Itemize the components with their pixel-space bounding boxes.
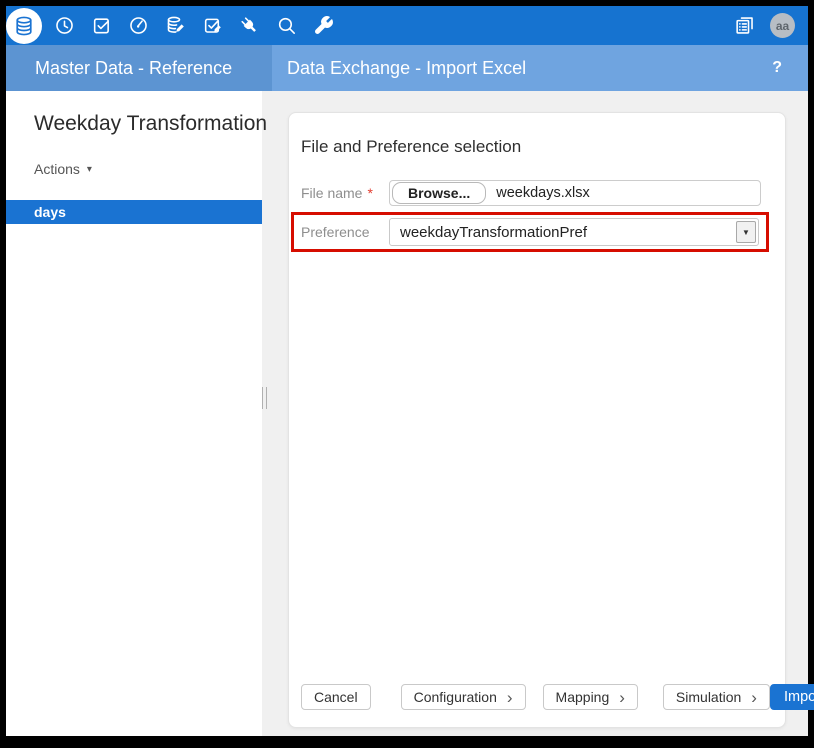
chevron-right-icon: ›	[619, 689, 625, 706]
main-panel: File and Preference selection File name *…	[262, 91, 808, 736]
import-label: Import	[784, 689, 814, 705]
database-edit-icon[interactable]	[165, 15, 186, 36]
form-list-icon[interactable]	[734, 15, 755, 36]
footer-button-bar: Cancel Configuration › Mapping › Simulat…	[301, 684, 773, 710]
file-name-row: File name * Browse... weekdays.xlsx	[301, 180, 773, 206]
simulation-label: Simulation	[676, 689, 741, 705]
help-button[interactable]: ?	[772, 59, 782, 77]
preference-label: Preference	[301, 224, 389, 240]
sidebar-title: Weekday Transformation	[34, 111, 252, 137]
search-icon[interactable]	[276, 15, 297, 36]
configuration-label: Configuration	[414, 689, 497, 705]
browse-button[interactable]: Browse...	[392, 182, 486, 204]
form-edit-icon[interactable]	[202, 15, 223, 36]
clock-icon[interactable]	[54, 15, 75, 36]
app-window: aa Master Data - Reference Data Exchange…	[6, 6, 808, 736]
section-title: File and Preference selection	[301, 113, 773, 158]
cancel-button[interactable]: Cancel	[301, 684, 371, 710]
cancel-label: Cancel	[314, 689, 358, 705]
header: Master Data - Reference Data Exchange - …	[6, 45, 808, 91]
page-title: Data Exchange - Import Excel	[287, 58, 526, 79]
mapping-label: Mapping	[556, 689, 610, 705]
left-header-title: Master Data - Reference	[35, 58, 232, 79]
database-icon[interactable]	[6, 8, 42, 44]
file-name-value: weekdays.xlsx	[496, 185, 589, 201]
toolbar-right-group: aa	[734, 13, 808, 38]
plug-icon[interactable]	[239, 15, 260, 36]
app-section-master-data[interactable]: Master Data - Reference	[6, 45, 272, 91]
actions-label: Actions	[34, 161, 80, 177]
import-button[interactable]: Import	[770, 684, 814, 710]
file-name-label-text: File name	[301, 185, 362, 201]
sidebar-item-days[interactable]: days	[6, 200, 262, 224]
sidebar: Weekday Transformation Actions ▾ days	[6, 91, 262, 736]
chevron-down-icon: ▾	[87, 164, 92, 175]
top-toolbar: aa	[6, 6, 808, 45]
required-marker: *	[367, 185, 372, 201]
splitter-handle[interactable]	[262, 387, 267, 409]
wrench-icon[interactable]	[313, 15, 334, 36]
file-name-label: File name *	[301, 185, 389, 201]
actions-dropdown[interactable]: Actions ▾	[34, 161, 92, 177]
sidebar-list: days	[6, 200, 262, 224]
preference-dropdown[interactable]: weekdayTransformationPref ▼	[389, 218, 759, 246]
preference-highlight-box: Preference weekdayTransformationPref ▼	[291, 212, 769, 252]
gauge-icon[interactable]	[128, 15, 149, 36]
dropdown-arrow-icon[interactable]: ▼	[736, 221, 756, 243]
file-name-field[interactable]: Browse... weekdays.xlsx	[389, 180, 761, 206]
simulation-button[interactable]: Simulation ›	[663, 684, 770, 710]
avatar[interactable]: aa	[770, 13, 795, 38]
chevron-right-icon: ›	[507, 689, 513, 706]
toolbar-icon-group	[6, 8, 334, 44]
preference-value: weekdayTransformationPref	[400, 224, 587, 241]
chevron-right-icon: ›	[751, 689, 757, 706]
check-square-icon[interactable]	[91, 15, 112, 36]
content-area: Weekday Transformation Actions ▾ days Fi…	[6, 91, 808, 736]
mapping-button[interactable]: Mapping ›	[543, 684, 638, 710]
import-excel-card: File and Preference selection File name *…	[288, 112, 786, 728]
window-title-bar: Data Exchange - Import Excel ?	[272, 45, 808, 91]
configuration-button[interactable]: Configuration ›	[401, 684, 526, 710]
